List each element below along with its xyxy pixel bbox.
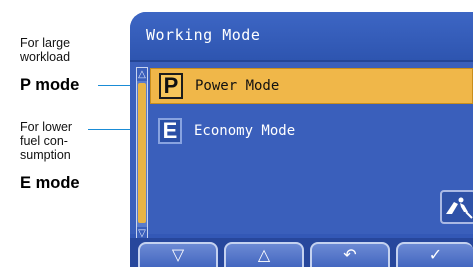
economy-mode-letter: E — [158, 118, 182, 144]
softkey-up-button[interactable]: △ — [224, 242, 304, 267]
excavator-icon — [446, 197, 473, 219]
power-mode-letter: P — [159, 73, 183, 99]
p-mode-description-line2: workload — [20, 50, 71, 64]
e-mode-description-line1: For lower — [20, 120, 73, 134]
monitor-screen: Working Mode △ ▽ P Power Mode E Economy … — [130, 12, 473, 267]
scroll-thumb[interactable] — [138, 83, 146, 223]
screen-title: Working Mode — [146, 26, 261, 44]
e-mode-title: E mode — [20, 174, 80, 192]
economy-mode-label: Economy Mode — [194, 123, 296, 139]
power-mode-label: Power Mode — [195, 78, 280, 94]
p-mode-description-line1: For large — [20, 36, 71, 50]
down-arrow-icon: ▽ — [171, 245, 185, 264]
scrollbar[interactable]: △ ▽ — [136, 67, 148, 241]
e-mode-description-line2: fuel con- — [20, 134, 68, 148]
softkey-bar: ▽ △ ↶ ✓ — [130, 238, 473, 267]
annotation-panel: For large workload P mode For lower fuel… — [0, 0, 161, 267]
softkey-confirm-button[interactable]: ✓ — [396, 242, 473, 267]
title-bar: Working Mode — [130, 12, 473, 62]
softkey-return-button[interactable]: ↶ — [310, 242, 390, 267]
e-mode-description-line3: sumption — [20, 148, 71, 162]
list-item-economy-mode[interactable]: E Economy Mode — [150, 114, 473, 150]
check-icon: ✓ — [428, 245, 443, 264]
up-arrow-icon: △ — [257, 245, 271, 264]
return-icon: ↶ — [343, 245, 357, 264]
softkey-down-button[interactable]: ▽ — [138, 242, 218, 267]
machine-work-icon[interactable] — [440, 190, 473, 224]
scroll-up-icon[interactable]: △ — [137, 68, 147, 81]
list-item-power-mode[interactable]: P Power Mode — [150, 68, 473, 104]
p-mode-title: P mode — [20, 76, 80, 94]
